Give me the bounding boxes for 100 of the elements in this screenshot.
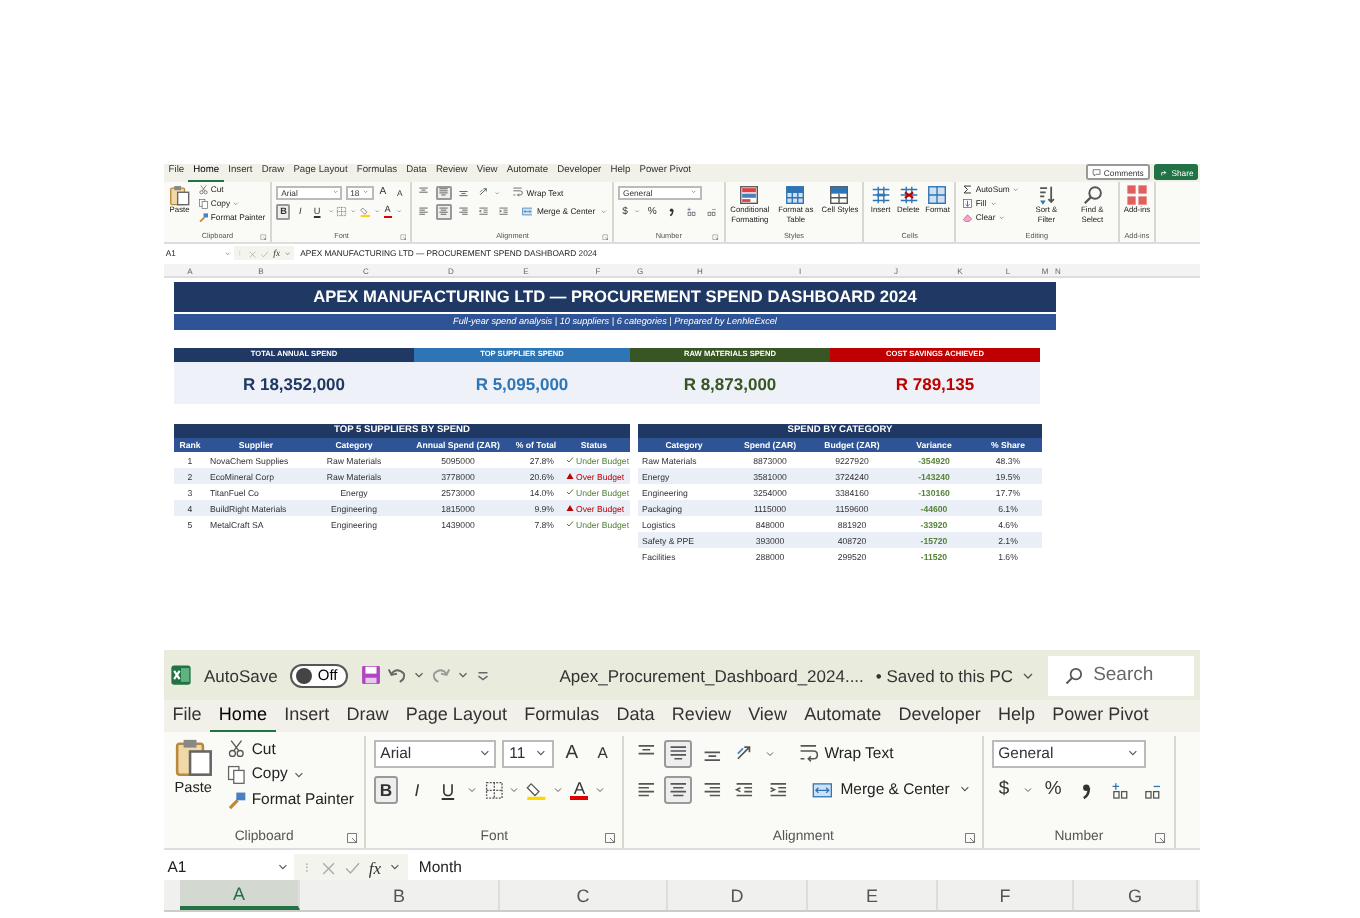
fill-down-icon	[961, 197, 973, 209]
ribbon-tab[interactable]: Data	[607, 700, 664, 732]
kpi-value: R 8,873,000	[630, 362, 830, 405]
fill-color-icon[interactable]	[359, 206, 371, 218]
ribbon-tab[interactable]: File	[164, 700, 211, 732]
diagonal-arrow-icon	[734, 742, 756, 764]
table-icon	[784, 183, 807, 206]
column-header[interactable]: A	[180, 880, 300, 911]
shrink-font-button[interactable]: A	[589, 739, 616, 768]
dialog-launcher-icon[interactable]	[603, 831, 616, 844]
cut-button[interactable]: Cut	[222, 735, 358, 762]
center-button[interactable]	[664, 775, 693, 804]
dialog-launcher-icon[interactable]	[1154, 831, 1167, 844]
merge-icon	[811, 779, 832, 800]
kpi-value: R 18,352,000	[174, 362, 414, 405]
ribbon-tab[interactable]: Formulas	[515, 700, 608, 732]
indent-icon	[734, 779, 756, 800]
caret-icon	[387, 860, 402, 875]
comma-icon	[666, 206, 678, 218]
align-lines-icon	[668, 779, 689, 800]
caret-icon	[1126, 746, 1141, 761]
align-lines-icon	[701, 779, 723, 800]
column-header[interactable]: G	[1074, 880, 1198, 911]
middle-align-button[interactable]	[664, 739, 693, 768]
align-lines-icon	[668, 742, 689, 764]
format-painter-button[interactable]: Format Painter	[222, 786, 358, 813]
name-box[interactable]: A1	[164, 854, 293, 881]
clipboard-icon	[172, 736, 214, 779]
check-icon	[566, 488, 574, 497]
redo-icon[interactable]	[429, 664, 452, 686]
caret-icon	[292, 767, 307, 781]
italic-button[interactable]: I	[404, 775, 430, 804]
currency-button[interactable]: $	[991, 775, 1017, 804]
column-header[interactable]: F	[938, 880, 1074, 911]
ribbon-tab[interactable]: Developer	[889, 700, 990, 732]
kpi-value: R 789,135	[830, 362, 1040, 405]
search-icon	[1063, 665, 1084, 685]
save-icon[interactable]	[359, 664, 382, 686]
column-header[interactable]: C	[500, 880, 668, 911]
grid-icon	[926, 183, 949, 206]
paintbrush-icon	[225, 789, 247, 810]
spreadsheet-app-icon	[170, 664, 192, 686]
ribbon-tab[interactable]: Review	[663, 700, 740, 732]
grow-font-button[interactable]: A	[558, 739, 585, 768]
save-status-button[interactable]: • Saved to this PC	[875, 665, 1036, 685]
middle-align-button[interactable]	[435, 185, 453, 200]
kpi-value: R 5,095,000	[414, 362, 630, 405]
formula-field[interactable]: Month	[408, 854, 1200, 881]
caret-icon	[1022, 783, 1035, 796]
font-color-button[interactable]: A	[569, 779, 590, 800]
ribbon-tab[interactable]: View	[739, 700, 796, 732]
decimal-icon	[1109, 779, 1130, 800]
dashboard-title: APEX MANUFACTURING LTD — PROCUREMENT SPEND DASHBOARD 2024	[174, 282, 1056, 313]
ribbon-tab[interactable]: Insert	[275, 700, 338, 732]
ribbon-tab[interactable]: Automate	[795, 700, 890, 732]
caret-icon	[455, 668, 470, 682]
customize-icon[interactable]	[473, 666, 492, 684]
ribbon-tab[interactable]: Page Layout	[397, 700, 516, 732]
warning-triangle-icon	[566, 504, 574, 513]
indent-icon	[767, 779, 789, 800]
warning-triangle-icon	[566, 472, 574, 481]
fill-color-icon[interactable]	[526, 779, 547, 800]
center-button[interactable]	[435, 204, 453, 220]
column-header[interactable]: B	[300, 880, 500, 911]
wrap-text-button[interactable]: Wrap Text	[795, 740, 897, 767]
caret-icon	[594, 783, 607, 796]
copy-icon	[225, 763, 247, 785]
search-field[interactable]: Search	[1047, 655, 1194, 695]
insert-function-button[interactable]: fx	[368, 857, 382, 878]
caret-icon	[764, 747, 777, 760]
column-header[interactable]: E	[808, 880, 938, 911]
borders-icon[interactable]	[483, 779, 504, 800]
check-icon	[566, 520, 574, 529]
dialog-launcher-icon[interactable]	[345, 831, 358, 844]
merge-center-button[interactable]: Merge & Center	[807, 776, 976, 803]
copy-button[interactable]: Copy	[222, 761, 358, 787]
ribbon-tab[interactable]: Draw	[337, 700, 398, 732]
underline-button[interactable]: U	[435, 775, 461, 804]
copy-icon	[197, 197, 209, 209]
sort-icon	[1035, 183, 1058, 206]
merge-icon	[521, 206, 533, 218]
ribbon-tab[interactable]: Help	[989, 700, 1044, 732]
number-format-field[interactable]: General	[991, 739, 1146, 768]
caret-icon	[477, 746, 492, 761]
grid-icon	[897, 183, 920, 206]
dialog-launcher-icon[interactable]	[963, 831, 976, 844]
paintbrush-icon	[197, 211, 209, 223]
caret-icon	[508, 783, 521, 796]
undo-icon[interactable]	[385, 664, 408, 686]
column-header[interactable]: D	[668, 880, 808, 911]
grid-icon	[869, 183, 892, 206]
font-size-field[interactable]: 11	[502, 739, 554, 768]
wrap-text-icon	[798, 742, 820, 764]
font-field[interactable]: Arial	[373, 739, 497, 768]
ribbon-tab[interactable]: Power Pivot	[1043, 700, 1157, 732]
percent-button[interactable]: %	[1039, 775, 1067, 804]
autosave-label: AutoSave	[204, 665, 278, 685]
grid-icon	[1125, 183, 1148, 206]
scissors-icon	[225, 737, 247, 759]
bold-button[interactable]: B	[373, 775, 399, 804]
